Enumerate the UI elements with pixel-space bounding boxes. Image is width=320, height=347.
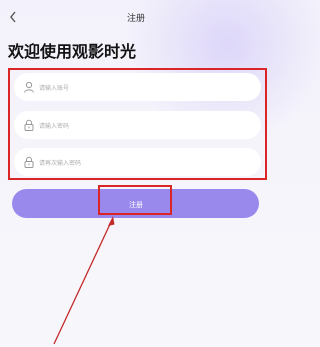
annotation-arrow [53, 216, 115, 345]
